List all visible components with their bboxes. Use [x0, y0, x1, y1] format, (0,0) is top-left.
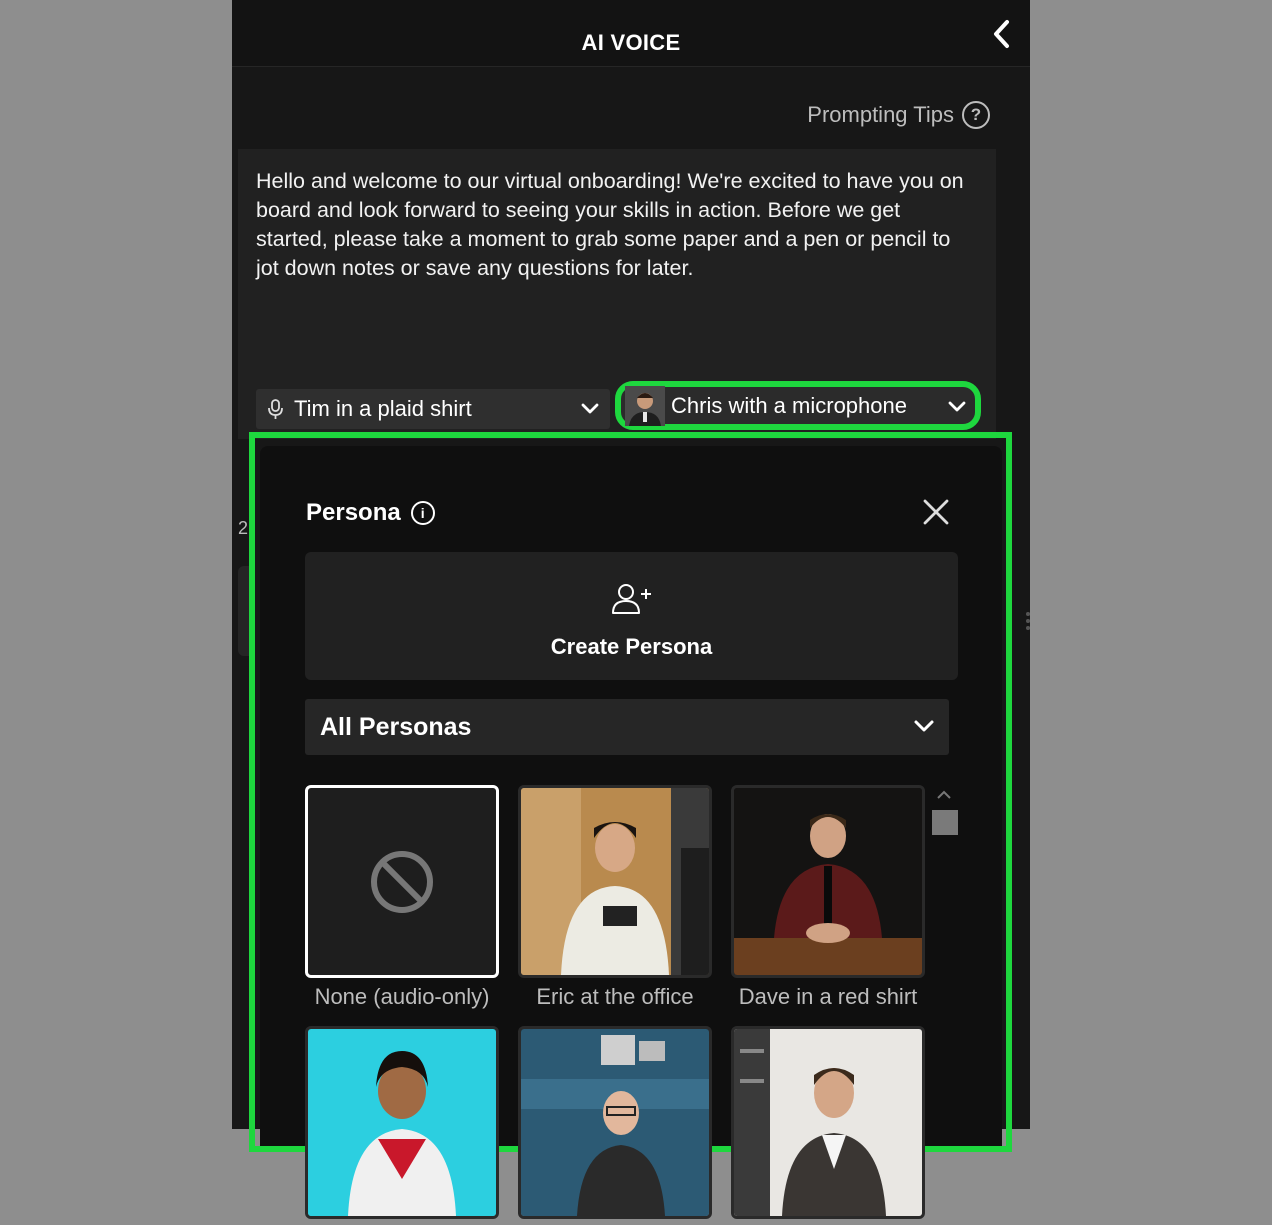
no-video-icon: [371, 851, 433, 913]
back-button[interactable]: [988, 18, 1016, 50]
add-user-icon: [612, 584, 651, 614]
persona-dropdown[interactable]: Chris with a microphone: [615, 381, 981, 430]
persona-name: None (audio-only): [314, 984, 490, 1009]
persona-card-none[interactable]: None (audio-only): [305, 785, 499, 1010]
persona-card[interactable]: [518, 1026, 712, 1225]
persona-thumbnail: [305, 785, 499, 978]
persona-thumbnail: [305, 1026, 499, 1219]
chevron-left-icon: [994, 20, 1009, 48]
create-persona-button[interactable]: Create Persona: [305, 552, 958, 680]
scrollbar-thumb[interactable]: [932, 810, 958, 835]
persona-card-dave[interactable]: Dave in a red shirt: [731, 785, 925, 1010]
background-text: 2: [238, 518, 249, 538]
persona-card[interactable]: [305, 1026, 499, 1225]
close-icon: [923, 499, 949, 525]
persona-card[interactable]: [731, 1026, 925, 1225]
info-icon[interactable]: i: [410, 501, 435, 525]
page-title: AI VOICE: [581, 30, 681, 55]
persona-thumbnail: [518, 785, 712, 978]
top-bar: AI VOICE: [232, 0, 1030, 67]
persona-popup: Persona i Create Persona All Personas No…: [260, 446, 1002, 1219]
persona-name: Eric at the office: [536, 984, 694, 1009]
persona-thumbnail: [518, 1026, 712, 1219]
script-text: Hello and welcome to our virtual onboard…: [256, 169, 964, 280]
prompting-tips-label: Prompting Tips: [807, 102, 954, 127]
persona-dropdown-value: Chris with a microphone: [671, 392, 907, 418]
voice-dropdown[interactable]: Tim in a plaid shirt: [256, 389, 610, 429]
chevron-down-icon: [948, 401, 966, 412]
create-persona-label: Create Persona: [550, 634, 713, 659]
drag-handle[interactable]: [1026, 612, 1030, 632]
microphone-icon: [268, 399, 283, 419]
persona-avatar: [625, 385, 665, 426]
persona-name: Dave in a red shirt: [738, 984, 918, 1009]
voice-dropdown-value: Tim in a plaid shirt: [294, 396, 472, 421]
chevron-down-icon: [581, 403, 599, 414]
persona-card-eric[interactable]: Eric at the office: [518, 785, 712, 1010]
close-button[interactable]: [922, 498, 950, 526]
persona-filter-value: All Personas: [320, 713, 472, 741]
popup-header: Persona i: [306, 499, 435, 527]
chevron-down-icon: [914, 720, 934, 732]
popup-title: Persona: [306, 499, 401, 526]
persona-thumbnail: [731, 1026, 925, 1219]
prompting-tips-link[interactable]: Prompting Tips ?: [792, 100, 990, 130]
question-circle-icon: ?: [962, 101, 990, 129]
persona-filter-dropdown[interactable]: All Personas: [305, 699, 949, 755]
persona-thumbnail: [731, 785, 925, 978]
scroll-up-icon[interactable]: [936, 789, 952, 801]
